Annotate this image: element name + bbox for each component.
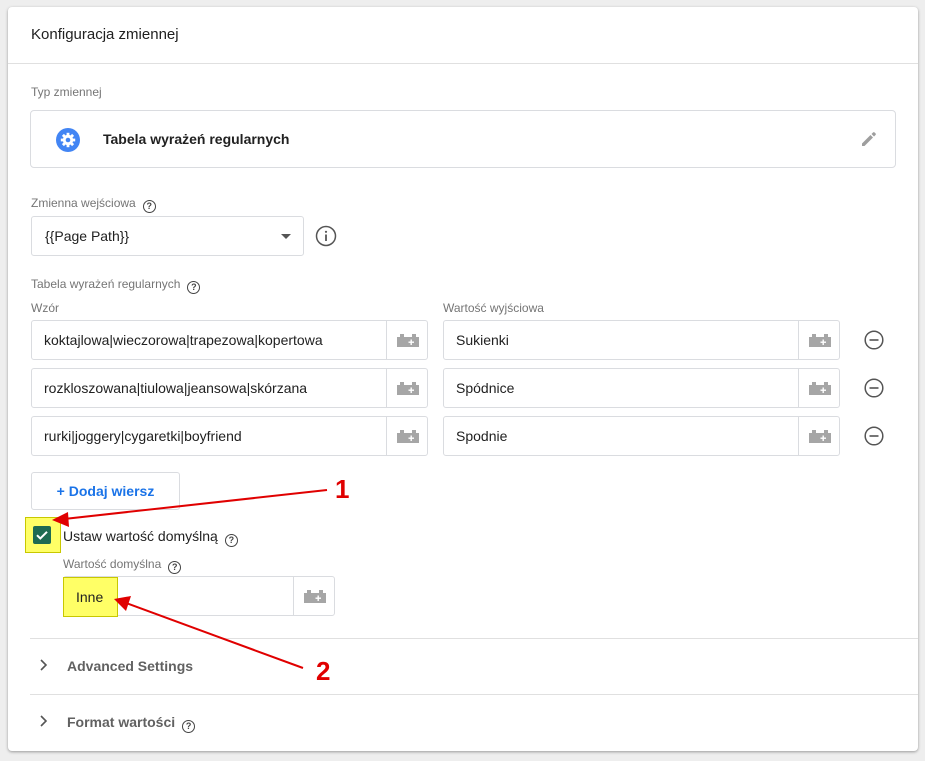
annotation-arrowhead-2 [114,596,131,611]
annotation-number-2: 2 [316,656,331,686]
annotation-arrow-2 [125,602,304,669]
annotation-arrowhead-1 [52,512,69,527]
annotation-arrow-1 [63,489,328,520]
annotation-number-1: 1 [335,474,350,504]
annotation-arrows [52,489,328,669]
